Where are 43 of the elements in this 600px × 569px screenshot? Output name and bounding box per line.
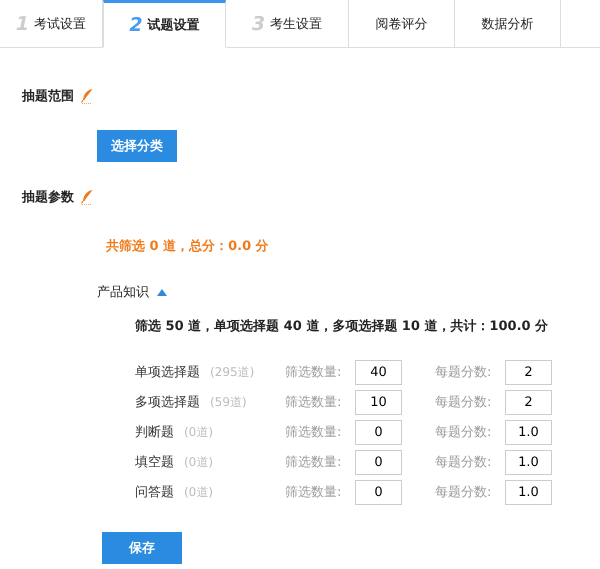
score-input[interactable]: 1.0 [505,450,552,474]
field-label: 筛选数量: [285,364,342,381]
question-count: (0道) [184,484,213,500]
collapse-toggle-icon[interactable] [157,288,167,296]
field-label: 每题分数: [435,394,492,411]
field-label: 每题分数: [435,364,492,381]
tab[interactable]: 数据分析 [455,0,561,48]
save-button[interactable]: 保存 [102,532,182,564]
tab[interactable]: 阅卷评分 [349,0,455,48]
section-title: 抽题参数 [22,189,74,206]
score-input[interactable]: 1.0 [505,480,552,504]
total-summary: 共筛选 0 道，总分：0.0 分 [106,238,270,255]
field-label: 每题分数: [435,424,492,441]
question-count: (0道) [184,454,213,470]
field-label: 每题分数: [435,484,492,501]
count-input[interactable]: 40 [355,360,402,384]
field-label: 筛选数量: [285,454,342,471]
score-input[interactable]: 1.0 [505,420,552,444]
field-label: 筛选数量: [285,484,342,501]
question-type: 多项选择题 [135,394,200,411]
category-summary: 筛选 50 道，单项选择题 40 道，多项选择题 10 道，共计：100.0 分 [135,318,550,335]
question-count: (59道) [210,394,247,410]
count-input[interactable]: 0 [355,450,402,474]
feather-icon[interactable] [80,88,94,104]
field-label: 每题分数: [435,454,492,471]
tab[interactable]: 2 试题设置 [103,0,226,48]
feather-icon[interactable] [80,189,94,205]
category-name: 产品知识 [97,284,149,301]
section-title: 抽题范围 [22,88,74,105]
select-category-button[interactable]: 选择分类 [97,130,177,162]
score-input[interactable]: 2 [505,390,552,414]
field-label: 筛选数量: [285,394,342,411]
field-label: 筛选数量: [285,424,342,441]
question-count: (295道) [210,364,254,380]
question-count: (0道) [184,424,213,440]
question-type: 判断题 [135,424,174,441]
question-type: 单项选择题 [135,364,200,381]
count-input[interactable]: 0 [355,420,402,444]
question-type: 填空题 [135,454,174,471]
score-input[interactable]: 2 [505,360,552,384]
question-type: 问答题 [135,484,174,501]
count-input[interactable]: 0 [355,480,402,504]
count-input[interactable]: 10 [355,390,402,414]
